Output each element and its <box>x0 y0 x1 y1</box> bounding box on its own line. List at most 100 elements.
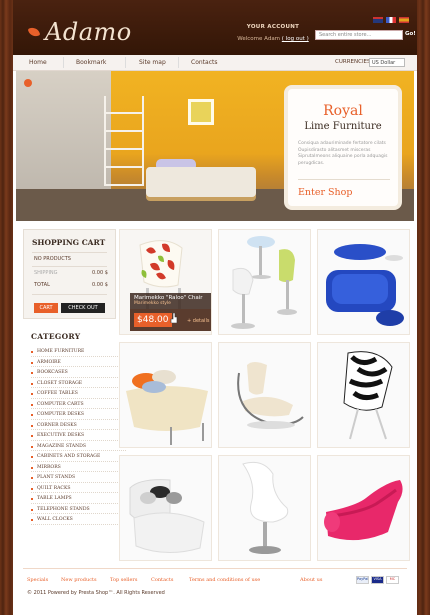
welcome-label: Welcome Adam <box>237 36 281 42</box>
currency-select[interactable]: US Dollar <box>369 58 405 67</box>
logout-link[interactable]: ( log out ) <box>282 36 309 42</box>
footer-link-new-products[interactable]: New products <box>61 577 97 583</box>
category-item[interactable]: TELEPHONE STANDS <box>31 504 126 514</box>
category-item[interactable]: COFFEE TABLES <box>31 388 126 399</box>
product-image <box>120 456 211 560</box>
category-item[interactable]: TABLE LAMPS <box>31 493 126 504</box>
page: Adamo YOUR ACCOUNT Welcome Adam ( log ou… <box>13 0 417 615</box>
category-item[interactable]: MAGAZINE STANDS <box>31 441 126 451</box>
footer-link-about[interactable]: About us <box>300 577 322 583</box>
promo-subtitle: Lime Furniture <box>304 121 382 132</box>
product-subtitle: Marimekko style <box>134 301 171 306</box>
category-item[interactable]: EXECUTIVE DESKS <box>31 430 126 441</box>
category-list: HOME FURNITURE ARMOIRE BOOKCASES CLOSET … <box>31 346 126 525</box>
hero-shelf <box>104 96 144 186</box>
total-value: 0.00 $ <box>92 282 108 288</box>
hand-cursor-icon <box>170 313 178 323</box>
category-item[interactable]: BOOKCASES <box>31 367 126 378</box>
enter-shop-link[interactable]: Enter Shop <box>298 187 352 198</box>
footer-link-specials[interactable]: Specials <box>27 577 48 583</box>
footer-link-terms[interactable]: Terms and conditions of use <box>189 577 260 583</box>
shopping-cart: SHOPPING CART NO PRODUCTS SHIPPING 0.00 … <box>23 229 116 319</box>
promo-box: Royal Lime Furniture Consiqua adaurimina… <box>284 85 402 210</box>
product-image <box>318 343 409 447</box>
visa-icon: VISA <box>371 576 384 584</box>
checkout-button[interactable]: CHECK OUT <box>61 303 105 313</box>
category-item[interactable]: CABINETS AND STORAGE <box>31 451 126 462</box>
hero-banner[interactable]: Royal Lime Furniture Consiqua adaurimina… <box>16 71 414 221</box>
total-label: TOTAL <box>34 282 50 288</box>
logo-text: Adamo <box>45 18 132 46</box>
product-tile-1[interactable]: Marimekko "Raloo" Chair Marimekko style … <box>119 229 212 335</box>
currency-label: CURRENCIES: <box>335 59 373 65</box>
flag-en-icon[interactable] <box>373 17 383 23</box>
product-image <box>219 456 310 560</box>
details-link[interactable]: + details <box>187 318 209 324</box>
product-tile-8[interactable] <box>218 455 311 561</box>
cart-divider <box>32 266 107 267</box>
category-item[interactable]: HOME FURNITURE <box>31 346 126 357</box>
hero-bed <box>146 167 256 197</box>
product-image <box>318 456 409 560</box>
nav-divider <box>63 57 64 68</box>
nav-home[interactable]: Home <box>29 59 47 66</box>
category-item[interactable]: CORNER DESKS <box>31 420 126 430</box>
logo-leaf-icon <box>27 25 41 39</box>
copyright-text: © 2011 Powered by Presta Shop™. All Righ… <box>27 590 165 596</box>
hero-wall-picture <box>188 99 214 125</box>
category-item[interactable]: PLANT STANDS <box>31 472 126 483</box>
promo-description: Consiqua adauriminade fertatore cilats O… <box>298 141 388 166</box>
product-image <box>219 343 310 447</box>
shipping-label: SHIPPING <box>34 270 58 276</box>
product-tile-2[interactable] <box>218 229 311 335</box>
category-item[interactable]: COMPUTER DESKS <box>31 409 126 420</box>
mastercard-icon: MC <box>386 576 399 584</box>
overlay-info: Marimekko "Raloo" Chair Marimekko style <box>130 293 211 309</box>
product-image <box>219 230 310 334</box>
paypal-icon: PayPal <box>356 576 369 584</box>
category-item[interactable]: ARMOIRE <box>31 357 126 367</box>
flag-es-icon[interactable] <box>399 17 409 23</box>
product-image <box>318 230 409 334</box>
header: Adamo YOUR ACCOUNT Welcome Adam ( log ou… <box>13 0 417 55</box>
product-tile-3[interactable] <box>317 229 410 335</box>
footer-link-contacts[interactable]: Contacts <box>151 577 173 583</box>
search-go-button[interactable]: Go! <box>405 31 416 37</box>
language-flags <box>373 17 409 23</box>
category-item[interactable]: CLOSET STORAGE <box>31 378 126 388</box>
logo[interactable]: Adamo <box>27 18 132 46</box>
product-tile-5[interactable] <box>218 342 311 448</box>
product-image <box>120 343 211 447</box>
product-overlay: Marimekko "Raloo" Chair Marimekko style … <box>130 293 211 334</box>
top-nav: Home Bookmark Site map Contacts CURRENCI… <box>13 55 417 71</box>
nav-divider <box>178 57 179 68</box>
flag-fr-icon[interactable] <box>386 17 396 23</box>
nav-bookmark[interactable]: Bookmark <box>76 59 106 66</box>
cart-divider <box>32 294 107 295</box>
product-tile-6[interactable] <box>317 342 410 448</box>
cart-empty-text: NO PRODUCTS <box>34 256 71 262</box>
nav-divider <box>125 57 126 68</box>
promo-divider <box>298 179 390 180</box>
category-title: CATEGORY <box>31 332 81 341</box>
product-tile-4[interactable] <box>119 342 212 448</box>
category-item[interactable]: COMPUTER CARTS <box>31 399 126 409</box>
shipping-value: 0.00 $ <box>92 270 108 276</box>
category-item[interactable]: QUILT RACKS <box>31 483 126 493</box>
cart-divider <box>32 252 107 253</box>
overlay-price-bar: $48.00 + details <box>130 309 211 331</box>
promo-title: Royal <box>323 103 363 119</box>
slider-dot-icon[interactable] <box>24 79 32 87</box>
cart-title: SHOPPING CART <box>32 238 106 247</box>
product-tile-9[interactable] <box>317 455 410 561</box>
product-price: $48.00 <box>134 313 172 327</box>
product-tile-7[interactable] <box>119 455 212 561</box>
footer-divider <box>23 568 407 569</box>
nav-contacts[interactable]: Contacts <box>191 59 217 66</box>
cart-button[interactable]: CART <box>34 303 58 313</box>
footer-link-top-sellers[interactable]: Top sellers <box>110 577 137 583</box>
search-input[interactable]: Search entire store... <box>315 30 403 40</box>
category-item[interactable]: WALL CLOCKS <box>31 514 126 525</box>
nav-sitemap[interactable]: Site map <box>139 59 166 66</box>
category-item[interactable]: MIRRORS <box>31 462 126 472</box>
